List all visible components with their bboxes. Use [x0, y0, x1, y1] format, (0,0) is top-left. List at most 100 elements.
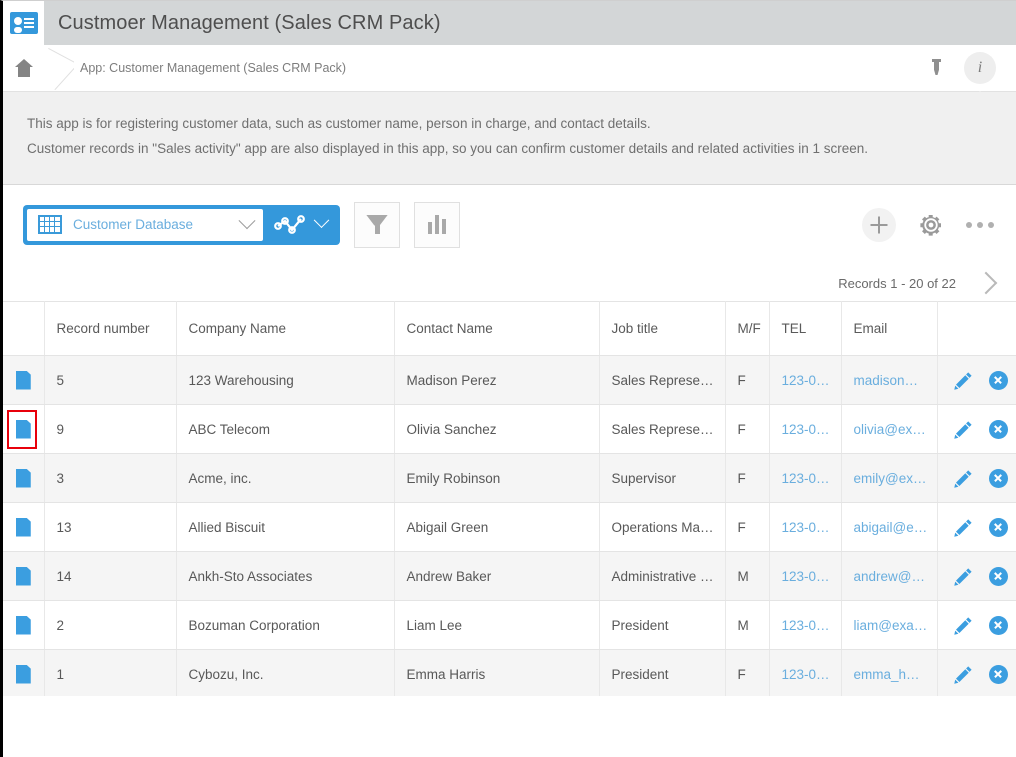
- row-actions: [938, 517, 1016, 537]
- cell-company-name: Acme, inc.: [176, 453, 395, 503]
- column-header-contact[interactable]: Contact Name: [394, 301, 600, 356]
- cell-actions: [937, 355, 1016, 405]
- row-open-cell[interactable]: [3, 453, 45, 503]
- document-icon[interactable]: [15, 370, 31, 390]
- document-icon[interactable]: [15, 517, 31, 537]
- table-row[interactable]: 13 Allied Biscuit Abigail Green Operations …: [3, 502, 1016, 552]
- cell-email[interactable]: olivia@ex…: [841, 404, 938, 454]
- view-selector[interactable]: Customer Database: [23, 204, 340, 245]
- pencil-icon[interactable]: [953, 469, 973, 488]
- line-chart-icon: [274, 214, 306, 235]
- table-row[interactable]: 5 123 Warehousing Madison Perez Sales Repre…: [3, 355, 1016, 405]
- table-row[interactable]: 1 Cybozu, Inc. Emma Harris President F 123-0……: [3, 649, 1016, 696]
- pencil-icon[interactable]: [953, 665, 973, 684]
- row-open-cell[interactable]: [3, 502, 45, 552]
- cell-tel[interactable]: 123-0…: [769, 502, 842, 552]
- table-row[interactable]: 9 ABC Telecom Olivia Sanchez Sales Represe……: [3, 404, 1016, 454]
- title-background: Custmoer Management (Sales CRM Pack): [44, 1, 1016, 45]
- pencil-icon[interactable]: [953, 616, 973, 635]
- cell-mf: F: [725, 404, 770, 454]
- view-selector-label: Customer Database: [73, 217, 194, 232]
- cell-contact-name: Abigail Green: [394, 502, 600, 552]
- document-icon[interactable]: [15, 566, 31, 586]
- row-open-cell[interactable]: [3, 404, 45, 454]
- chevron-down-icon: [238, 211, 256, 229]
- ellipsis-icon: [966, 221, 972, 228]
- document-icon[interactable]: [15, 419, 31, 439]
- cell-tel[interactable]: 123-0…: [769, 551, 842, 601]
- row-open-cell[interactable]: [3, 551, 45, 601]
- document-icon[interactable]: [15, 468, 31, 488]
- more-options-button[interactable]: [966, 221, 996, 229]
- cell-mf: F: [725, 355, 770, 405]
- table-body: 5 123 Warehousing Madison Perez Sales Repre…: [3, 355, 1016, 696]
- view-dropdown[interactable]: Customer Database: [27, 208, 263, 241]
- filter-button[interactable]: [354, 201, 400, 248]
- cell-tel[interactable]: 123-0…: [769, 600, 842, 650]
- close-circle-icon[interactable]: [988, 615, 1008, 635]
- graph-button[interactable]: [414, 201, 460, 248]
- row-actions: [938, 615, 1016, 635]
- cell-email[interactable]: abigail@e…: [841, 502, 938, 552]
- table-header: Record number Company Name Contact Name …: [3, 301, 1016, 356]
- column-header-record[interactable]: Record number: [44, 301, 177, 356]
- pin-icon[interactable]: [928, 58, 946, 78]
- add-record-button[interactable]: [862, 207, 896, 242]
- chart-view-toggle[interactable]: [263, 209, 336, 241]
- close-circle-icon[interactable]: [988, 370, 1008, 390]
- home-button[interactable]: [3, 59, 44, 77]
- pencil-icon[interactable]: [953, 567, 973, 586]
- contact-card-icon: [9, 12, 38, 34]
- column-header-jobtitle[interactable]: Job title: [599, 301, 726, 356]
- info-icon[interactable]: i: [964, 52, 996, 84]
- cell-email[interactable]: andrew@…: [841, 551, 938, 601]
- document-icon[interactable]: [15, 615, 31, 635]
- home-icon: [14, 59, 34, 77]
- table-row[interactable]: 2 Bozuman Corporation Liam Lee President M 12…: [3, 600, 1016, 650]
- bar-chart-icon: [427, 215, 447, 234]
- close-circle-icon[interactable]: [988, 468, 1008, 488]
- close-circle-icon[interactable]: [988, 566, 1008, 586]
- cell-email[interactable]: madison…: [841, 355, 938, 405]
- close-circle-icon[interactable]: [988, 517, 1008, 537]
- table-row[interactable]: 14 Ankh-Sto Associates Andrew Baker Adminis…: [3, 551, 1016, 601]
- cell-email[interactable]: emily@ex…: [841, 453, 938, 503]
- close-circle-icon[interactable]: [988, 419, 1008, 439]
- cell-actions: [937, 453, 1016, 503]
- document-icon[interactable]: [15, 664, 31, 684]
- cell-actions: [937, 551, 1016, 601]
- column-header-email[interactable]: Email: [841, 301, 938, 356]
- row-open-cell[interactable]: [3, 600, 45, 650]
- app-icon-container: [3, 1, 44, 45]
- close-circle-icon[interactable]: [988, 664, 1008, 684]
- row-actions: [938, 370, 1016, 390]
- row-actions: [938, 566, 1016, 586]
- cell-record-number: 3: [44, 453, 177, 503]
- cell-actions: [937, 404, 1016, 454]
- column-header-mf[interactable]: M/F: [725, 301, 770, 356]
- row-open-cell[interactable]: [3, 355, 45, 405]
- row-open-cell[interactable]: [3, 649, 45, 696]
- pencil-icon[interactable]: [953, 371, 973, 390]
- table-row[interactable]: 3 Acme, inc. Emily Robinson Supervisor F 123-…: [3, 453, 1016, 503]
- pencil-icon[interactable]: [953, 518, 973, 537]
- cell-tel[interactable]: 123-0…: [769, 453, 842, 503]
- gear-icon: [920, 214, 941, 236]
- row-actions: [938, 664, 1016, 684]
- cell-tel[interactable]: 123-0…: [769, 355, 842, 405]
- toolbar-actions: [862, 207, 996, 242]
- cell-job-title: Sales Represe…: [599, 355, 726, 405]
- description-line-2: Customer records in "Sales activity" app…: [27, 141, 868, 156]
- settings-button[interactable]: [918, 212, 944, 238]
- next-page-button[interactable]: [974, 271, 998, 295]
- cell-email[interactable]: emma_h…: [841, 649, 938, 696]
- cell-tel[interactable]: 123-0…: [769, 404, 842, 454]
- cell-email[interactable]: liam@exa…: [841, 600, 938, 650]
- cell-actions: [937, 649, 1016, 696]
- breadcrumb-path[interactable]: App: Customer Management (Sales CRM Pack…: [80, 61, 346, 75]
- app-window: Custmoer Management (Sales CRM Pack) App…: [0, 0, 1016, 757]
- pencil-icon[interactable]: [953, 420, 973, 439]
- column-header-tel[interactable]: TEL: [769, 301, 842, 356]
- column-header-company[interactable]: Company Name: [176, 301, 395, 356]
- cell-tel[interactable]: 123-0…: [769, 649, 842, 696]
